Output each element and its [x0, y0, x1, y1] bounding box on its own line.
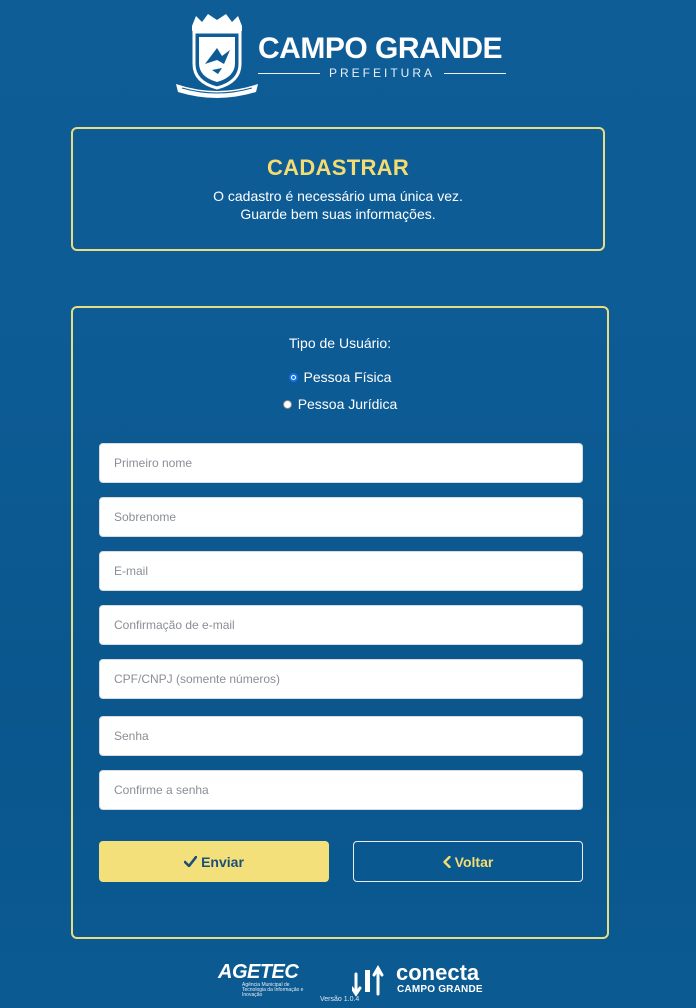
header-logo: CAMPO GRANDE PREFEITURA: [172, 12, 512, 102]
conecta-logo: conecta CAMPO GRANDE: [352, 962, 502, 998]
radio-unchecked-icon[interactable]: [282, 399, 292, 409]
last-name-input[interactable]: [99, 497, 583, 537]
cpf-cnpj-input[interactable]: [99, 659, 583, 699]
submit-label: Enviar: [201, 853, 244, 870]
agetec-name: AGETEC: [218, 961, 299, 983]
password-input[interactable]: [99, 716, 583, 756]
user-type-label: Tipo de Usuário:: [288, 335, 392, 351]
radio-pessoa-fisica[interactable]: Pessoa Física: [73, 369, 607, 385]
page-title: CADASTRAR: [266, 155, 410, 180]
conecta-subtitle: CAMPO GRANDE: [397, 984, 483, 995]
radio-pessoa-juridica[interactable]: Pessoa Jurídica: [73, 396, 607, 412]
agetec-logo: AGETEC Agência Municipal de Tecnologia d…: [218, 962, 308, 998]
title-panel: CADASTRAR O cadastro é necessário uma ún…: [71, 127, 605, 251]
radio-checked-icon[interactable]: [288, 372, 298, 382]
password-confirm-input[interactable]: [99, 770, 583, 810]
registration-form: Tipo de Usuário: Pessoa Física Pessoa Ju…: [71, 306, 609, 939]
agetec-description: Agência Municipal de Tecnologia da Infor…: [242, 982, 304, 998]
intro-line-1: O cadastro é necessário uma única vez.: [213, 188, 463, 204]
email-confirm-input[interactable]: [99, 605, 583, 645]
version-label: Versão 1.0.4: [320, 996, 360, 1003]
back-label: Voltar: [454, 853, 494, 870]
city-crest-icon: [176, 14, 258, 98]
brand-subtitle: PREFEITURA: [258, 66, 506, 80]
check-icon: [184, 856, 198, 867]
submit-button[interactable]: Enviar: [99, 841, 329, 882]
email-input[interactable]: [99, 551, 583, 591]
intro-line-2: Guarde bem suas informações.: [240, 206, 436, 222]
conecta-arrows-icon: [352, 964, 384, 997]
back-button[interactable]: Voltar: [353, 841, 583, 882]
conecta-name: conecta: [396, 960, 480, 985]
first-name-input[interactable]: [99, 443, 583, 483]
radio-label: Pessoa Jurídica: [297, 396, 398, 412]
chevron-left-icon: [442, 855, 451, 868]
radio-label: Pessoa Física: [303, 369, 392, 385]
brand-name: CAMPO GRANDE: [258, 32, 503, 65]
